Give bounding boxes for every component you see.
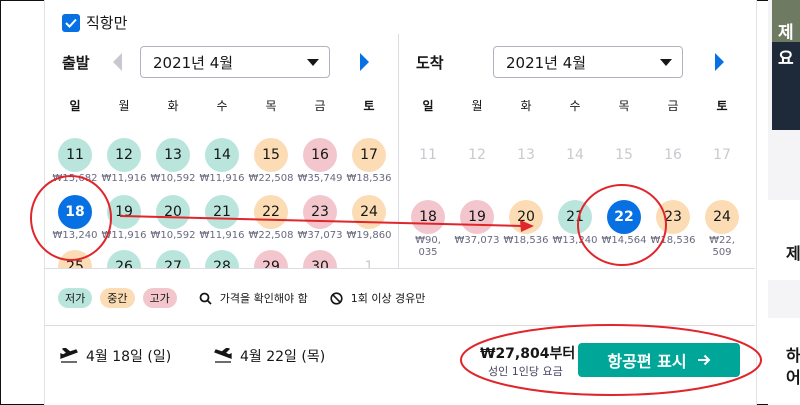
annotation-circle-arrival	[577, 184, 667, 266]
annotation-arrow-line	[119, 215, 523, 227]
annotation-layer	[30, 175, 762, 396]
annotation-circle-departure	[30, 175, 112, 261]
annotation-arrow-head	[520, 220, 534, 232]
annotation-circle-price	[460, 324, 762, 396]
